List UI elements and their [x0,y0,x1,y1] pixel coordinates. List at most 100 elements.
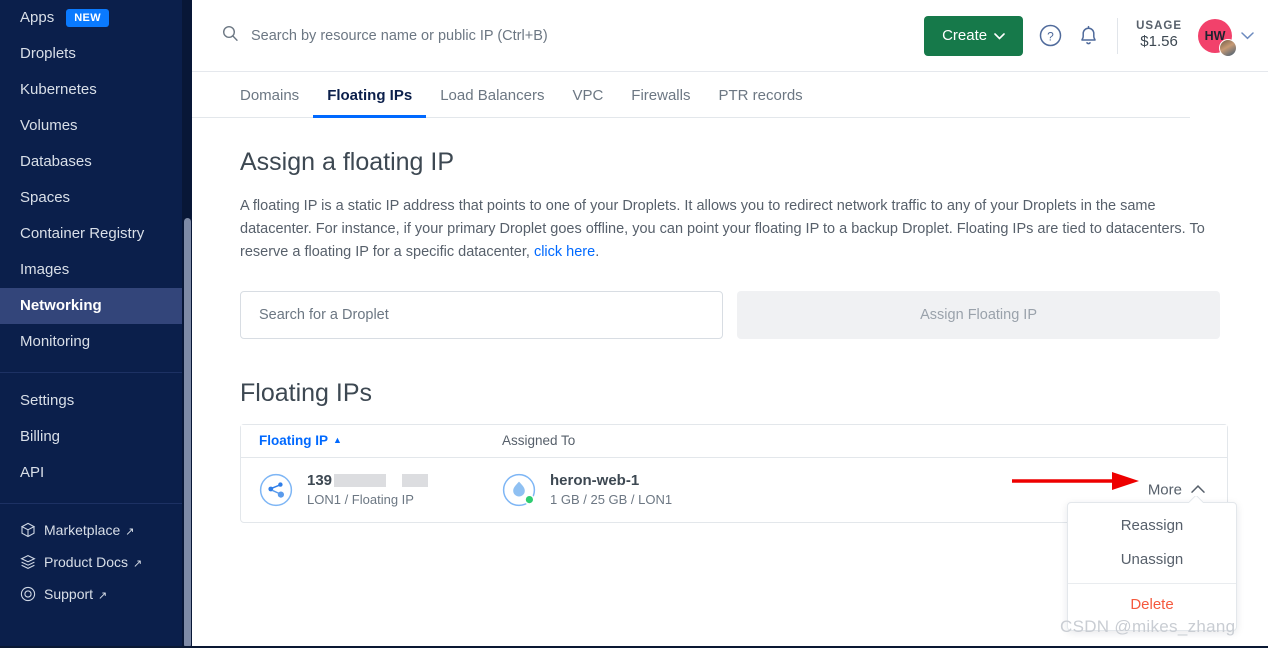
sidebar-item-volumes[interactable]: Volumes [0,108,192,144]
sidebar-item-settings[interactable]: Settings [0,383,192,419]
sidebar-item-label: Volumes [20,117,78,134]
menu-item-reassign[interactable]: Reassign [1068,509,1236,543]
sidebar: Apps NEW Droplets Kubernetes Volumes Database… [0,0,192,648]
sidebar-item-label: Databases [20,153,92,170]
chevron-down-icon[interactable] [1241,27,1254,45]
droplet-name[interactable]: heron-web-1 [550,472,672,489]
app-root: Apps NEW Droplets Kubernetes Volumes Database… [0,0,1268,648]
avatar-photo [1219,38,1237,57]
sidebar-divider-1 [0,372,192,373]
droplet-search-input[interactable] [240,290,724,339]
floating-ip-subtitle: LON1 / Floating IP [307,492,414,508]
column-header-floating-ip[interactable]: Floating IP ▲ [259,433,502,448]
sidebar-item-api[interactable]: API [0,455,192,491]
sidebar-item-support[interactable]: Support ↗ [0,578,192,610]
sidebar-item-label: Container Registry [20,225,145,242]
sidebar-item-label: Product Docs [44,554,129,570]
sidebar-item-label: Support [44,586,94,602]
external-link-icon: ↗ [133,558,143,570]
floating-ip-icon [259,473,293,507]
sidebar-item-product-docs[interactable]: Product Docs ↗ [0,546,192,578]
tab-firewalls[interactable]: Firewalls [617,87,704,117]
sidebar-item-images[interactable]: Images [0,252,192,288]
cube-icon [20,517,36,538]
sidebar-scrollbar-thumb[interactable] [184,218,191,648]
usage-label: USAGE [1136,19,1182,32]
sidebar-item-label: Networking [20,297,102,314]
sidebar-new-badge: NEW [66,9,110,28]
sidebar-item-label: Billing [20,428,61,445]
header-divider [1117,17,1119,54]
sidebar-item-label: Apps [20,9,55,26]
sidebar-item-label: Marketplace [44,522,121,538]
sidebar-primary-nav: Apps NEW Droplets Kubernetes Volumes Database… [0,0,192,360]
more-button-label: More [1147,481,1182,499]
sidebar-scrollbar-track[interactable] [182,0,192,648]
help-circle-icon[interactable]: ? [1039,24,1062,47]
sidebar-item-databases[interactable]: Databases [0,144,192,180]
floating-ips-section-title: Floating IPs [240,378,373,407]
tab-vpc[interactable]: VPC [558,87,617,117]
sort-ascending-icon: ▲ [333,435,342,446]
external-link-icon: ↗ [125,526,135,538]
column-header-floating-ip-label: Floating IP [259,433,328,449]
sidebar-item-networking[interactable]: Networking [0,288,192,324]
sidebar-divider-2 [0,503,192,504]
dropdown-pointer-icon [1189,496,1203,503]
chevron-up-icon [1191,483,1205,497]
external-link-icon: ↗ [98,590,108,602]
account-menu[interactable]: HW [1198,18,1254,57]
top-header: Create ? USAGE $1.56 HW [192,0,1268,72]
menu-item-unassign[interactable]: Unassign [1068,543,1236,577]
avatar[interactable]: HW [1198,18,1237,57]
lifering-icon [20,581,36,602]
notification-bell-icon[interactable] [1078,24,1099,47]
sidebar-account-nav: Settings Billing API [0,383,192,491]
create-button-label: Create [942,27,988,44]
usage-amount: $1.56 [1140,33,1178,51]
create-button[interactable]: Create [924,15,1024,56]
sidebar-item-container-registry[interactable]: Container Registry [0,216,192,252]
sidebar-item-monitoring[interactable]: Monitoring [0,324,192,360]
dropdown-items: Reassign Unassign Delete [1068,509,1236,622]
section-tabs: Domains Floating IPs Load Balancers VPC Fire… [192,72,1190,118]
stack-icon [20,549,36,570]
search-icon [222,25,239,47]
click-here-link[interactable]: click here [534,244,595,260]
watermark: CSDN @mikes_zhang [1060,617,1236,636]
sidebar-item-marketplace[interactable]: Marketplace ↗ [0,514,192,546]
page-description-period: . [595,244,600,261]
tab-domains[interactable]: Domains [240,87,313,117]
tab-ptr-records[interactable]: PTR records [704,87,816,117]
floating-ip-prefix: 139 [307,472,333,490]
redacted-block [334,474,387,488]
tab-load-balancers[interactable]: Load Balancers [426,87,558,117]
sidebar-item-spaces[interactable]: Spaces [0,180,192,216]
page-title: Assign a floating IP [240,148,455,176]
sidebar-item-label: Droplets [20,45,76,62]
sidebar-external-nav: Marketplace ↗ Product Docs ↗ Support ↗ [0,514,192,610]
page-description-text: A floating IP is a static IP address tha… [240,198,1205,261]
menu-divider [1068,583,1236,584]
annotation-arrow [1012,472,1139,490]
more-dropdown-menu: Reassign Unassign Delete [1067,502,1237,631]
sidebar-item-label: API [20,464,45,481]
svg-text:?: ? [1047,29,1054,43]
chevron-down-icon [994,27,1005,44]
sidebar-item-apps[interactable]: Apps NEW [0,0,192,36]
redacted-block [402,474,429,488]
tab-floating-ips[interactable]: Floating IPs [313,87,427,118]
sidebar-item-label: Images [20,261,70,278]
content-body: Assign a floating IP A floating IP is a … [192,118,1268,523]
sidebar-item-label: Kubernetes [20,81,97,98]
page-description: A floating IP is a static IP address tha… [240,195,1220,265]
table-header-row: Floating IP ▲ Assigned To [241,424,1227,458]
sidebar-item-kubernetes[interactable]: Kubernetes [0,72,192,108]
assign-floating-ip-button[interactable]: Assign Floating IP [737,290,1220,339]
global-search[interactable] [192,25,924,47]
sidebar-item-billing[interactable]: Billing [0,419,192,455]
assign-controls: Assign Floating IP [240,290,1220,339]
sidebar-item-droplets[interactable]: Droplets [0,36,192,72]
search-input[interactable] [251,27,851,44]
usage-summary[interactable]: USAGE $1.56 [1136,19,1182,52]
